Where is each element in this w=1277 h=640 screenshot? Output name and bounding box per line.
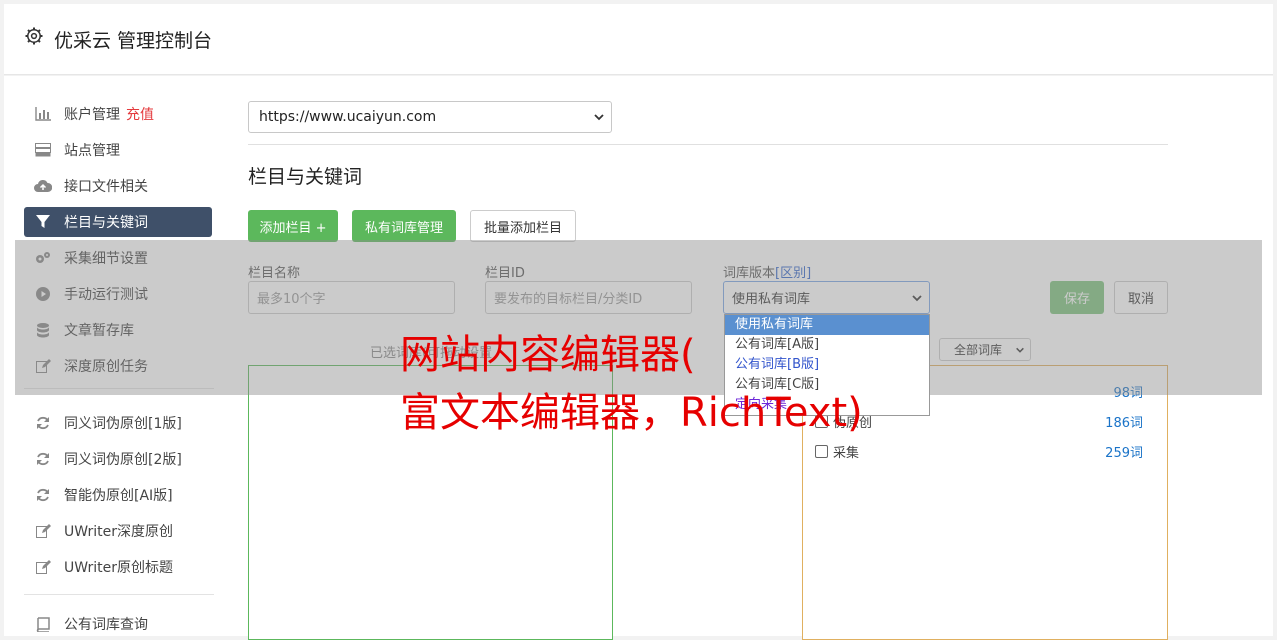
sidebar-item-label: 接口文件相关 <box>64 179 148 195</box>
page-title: 优采云 管理控制台 <box>54 30 213 52</box>
sidebar-item-label: 同义词伪原创[2版] <box>64 452 182 468</box>
section-title: 栏目与关键词 <box>248 166 363 188</box>
gear-icon <box>25 27 43 45</box>
sidebar-item-label: 智能伪原创[AI版] <box>64 488 173 504</box>
sidebar-item-uwriter-title[interactable]: UWriter原创标题 <box>24 552 212 582</box>
sidebar-item-label: 站点管理 <box>64 143 120 159</box>
sidebar-item-synonym-v1[interactable]: 同义词伪原创[1版] <box>24 408 212 438</box>
sidebar-item-label: UWriter原创标题 <box>64 560 173 576</box>
batch-add-button[interactable]: 批量添加栏目 <box>470 210 576 242</box>
private-lib-button[interactable]: 私有词库管理 <box>352 210 456 242</box>
sidebar-item-public-lib-query[interactable]: 公有词库查询 <box>24 609 212 639</box>
sidebar-item-label: 公有词库查询 <box>64 617 148 633</box>
cloud-upload-icon <box>34 177 52 195</box>
recharge-link[interactable]: 充值 <box>126 104 154 124</box>
add-column-button[interactable]: 添加栏目 + <box>248 210 338 242</box>
filter-icon <box>34 213 52 231</box>
sidebar-item-ai-original[interactable]: 智能伪原创[AI版] <box>24 480 212 510</box>
refresh-icon <box>34 450 52 468</box>
edit-icon <box>34 522 52 540</box>
bar-chart-icon <box>34 105 52 123</box>
sidebar-item-label: 账户管理 <box>64 107 120 123</box>
book-icon <box>34 615 52 633</box>
sidebar-item-account[interactable]: 账户管理 充值 <box>24 99 212 129</box>
sidebar-item-label: 栏目与关键词 <box>64 215 148 231</box>
sidebar-item-columns[interactable]: 栏目与关键词 <box>24 207 212 237</box>
refresh-icon <box>34 486 52 504</box>
edit-icon <box>34 558 52 576</box>
sidebar-item-label: 同义词伪原创[1版] <box>64 416 182 432</box>
refresh-icon <box>34 414 52 432</box>
sidebar-item-synonym-v2[interactable]: 同义词伪原创[2版] <box>24 444 212 474</box>
watermark-line-2: 富文本编辑器，RichText) <box>400 390 863 436</box>
site-select[interactable]: https://www.ucaiyun.com <box>248 101 612 133</box>
dropdown-option[interactable]: 公有词库[A版] <box>725 335 929 355</box>
watermark-line-1: 网站内容编辑器( <box>400 332 696 378</box>
sidebar-item-sites[interactable]: 站点管理 <box>24 135 212 165</box>
checkbox[interactable] <box>815 444 828 458</box>
divider <box>248 144 1168 145</box>
sidebar-item-label: UWriter深度原创 <box>64 524 173 540</box>
sidebar-item-interface[interactable]: 接口文件相关 <box>24 171 212 201</box>
chevron-down-icon <box>594 114 604 121</box>
sidebar-item-uwriter-deep[interactable]: UWriter深度原创 <box>24 516 212 546</box>
dropdown-option[interactable]: 使用私有词库 <box>725 315 929 335</box>
header-bar: 优采云 管理控制台 <box>4 4 1273 75</box>
server-icon <box>34 141 52 159</box>
list-item[interactable]: 采集 259词 <box>815 440 1149 462</box>
dropdown-option[interactable]: 公有词库[B版] <box>725 355 929 375</box>
sidebar-divider <box>24 594 214 595</box>
